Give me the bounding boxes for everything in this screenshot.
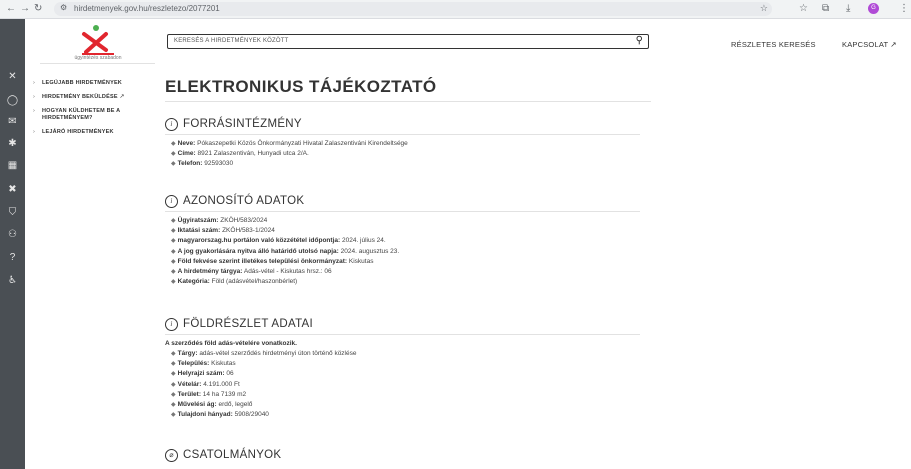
site-info-icon[interactable]: ⚙ <box>60 3 67 12</box>
list-item: ◆ Telefon: 92593030 <box>171 160 234 168</box>
section-identifiers: i AZONOSÍTÓ ADATOK ◆ Ügyiratszám: ZKÖH/583… <box>165 194 665 287</box>
chevron-right-icon: › <box>33 94 36 100</box>
profile-avatar[interactable]: G <box>868 3 879 14</box>
chevron-right-icon: › <box>33 129 36 135</box>
tag-icon: ◆ <box>171 228 176 235</box>
external-link-icon: ↗ <box>119 94 125 100</box>
tag-icon: ◆ <box>171 141 176 147</box>
search-input[interactable]: KERESÉS A HIRDETMÉNYEK KÖZÖTT ⚲ <box>167 34 649 49</box>
list-item: ◆ Iktatási szám: ZKÖH/583-1/2024 <box>171 227 275 235</box>
forward-icon[interactable]: → <box>20 3 30 15</box>
address-bar[interactable]: ⚙ hirdetmenyek.gov.hu/reszletezo/2077201… <box>54 2 772 16</box>
menu-icon[interactable]: ⋮ <box>899 3 909 14</box>
nav-item-expiring[interactable]: › LEJÁRÓ HIRDETMÉNYEK <box>33 129 153 136</box>
section-lead: A szerződés föld adás-vételére vonatkozi… <box>165 340 297 347</box>
list-item: ◆ magyarorszag.hu portálon való közzététe… <box>171 237 386 245</box>
bookmark-icon[interactable]: ☆ <box>799 3 808 14</box>
calendar-icon[interactable]: ▦ <box>0 160 25 171</box>
nav-item-latest[interactable]: › LEGÚJABB HIRDETMÉNYEK <box>33 80 153 87</box>
extensions-icon[interactable]: ⧉ <box>822 3 829 14</box>
list-item: ◆ Tárgy: adás-vétel szerződés hirdetményi… <box>171 350 357 357</box>
user-icon[interactable]: ◯ <box>0 95 25 106</box>
tools-icon[interactable]: ✖ <box>0 184 25 195</box>
list-item: ◆ Település: Kiskutas <box>171 360 236 368</box>
side-toolbar: ✕ ◯ ✉ ✱ ▦ ✖ ⛉ ⚇ ? ♿ <box>0 19 25 469</box>
divider <box>40 63 155 64</box>
browser-toolbar: ← → ↻ ⚙ hirdetmenyek.gov.hu/reszletezo/2… <box>0 0 911 19</box>
info-icon: i <box>165 195 178 208</box>
tag-icon: ◆ <box>171 279 176 286</box>
divider <box>165 211 640 212</box>
help-icon[interactable]: ? <box>0 252 25 263</box>
paperclip-icon: ⌀ <box>165 449 178 462</box>
back-icon[interactable]: ← <box>6 3 16 15</box>
section-parcel: i FÖLDRÉSZLET ADATAI A szerződés föld adá… <box>165 317 665 420</box>
tag-icon: ◆ <box>171 218 176 224</box>
list-item: ◆ Tulajdoni hányad: 5908/29040 <box>171 411 269 419</box>
list-item: ◆ Címe: 8921 Zalaszentiván, Hunyadi utca … <box>171 150 309 158</box>
section-title: i AZONOSÍTÓ ADATOK <box>165 194 665 208</box>
divider <box>165 101 651 102</box>
info-icon: i <box>165 118 178 131</box>
accessibility-icon[interactable]: ♿ <box>0 275 25 286</box>
tag-icon: ◆ <box>171 412 176 419</box>
section-attachments: ⌀ CSATOLMÁNYOK <box>165 448 665 462</box>
search-placeholder: KERESÉS A HIRDETMÉNYEK KÖZÖTT <box>174 38 289 44</box>
shield-icon[interactable]: ⛉ <box>0 207 25 218</box>
tag-icon: ◆ <box>171 351 176 357</box>
list-item: ◆ Föld fekvése szerint illetékes települé… <box>171 257 374 265</box>
left-nav: › LEGÚJABB HIRDETMÉNYEK › HIRDETMÉNY BEKÜL… <box>33 80 153 143</box>
reload-icon[interactable]: ↻ <box>34 3 42 15</box>
logo-caption: ügyintézés szabadon <box>74 55 122 61</box>
chevron-right-icon: › <box>33 108 36 114</box>
section-title: i FÖLDRÉSZLET ADATAI <box>165 317 665 331</box>
list-item: ◆ Terület: 14 ha 7139 m2 <box>171 390 247 398</box>
advanced-search-link[interactable]: RÉSZLETES KERESÉS <box>731 40 816 49</box>
list-item: ◆ Művelési ág: erdő, legelő <box>171 401 253 409</box>
settings-icon[interactable]: ✱ <box>0 138 25 149</box>
list-item: ◆ A hirdetmény tárgya: Adás-vétel - Kisku… <box>171 268 332 276</box>
mail-icon[interactable]: ✉ <box>0 116 25 127</box>
list-item: ◆ Vételár: 4.191.000 Ft <box>171 380 240 388</box>
tag-icon: ◆ <box>171 391 176 398</box>
logo-mark-icon[interactable]: ✕ <box>0 71 25 82</box>
list-item: ◆ Ügyiratszám: ZKÖH/583/2024 <box>171 217 268 224</box>
list-item: ◆ Kategória: Föld (adásvétel/haszonbérlet… <box>171 278 298 286</box>
contact-link[interactable]: KAPCSOLAT ↗ <box>842 40 897 49</box>
search-icon[interactable]: ⚲ <box>636 35 643 46</box>
main-content: ELEKTRONIKUS TÁJÉKOZTATÓ <box>165 76 660 102</box>
tag-icon: ◆ <box>171 269 176 276</box>
tag-icon: ◆ <box>171 361 176 368</box>
divider <box>165 334 640 335</box>
list-item: ◆ Neve: Pókaszepetki Közös Önkormányzati … <box>171 140 408 147</box>
nav-item-submit[interactable]: › HIRDETMÉNY BEKÜLDÉSE ↗ <box>33 94 153 101</box>
tag-icon: ◆ <box>171 402 176 409</box>
section-title: i FORRÁSINTÉZMÉNY <box>165 117 665 131</box>
site-logo[interactable] <box>76 24 120 58</box>
list-item: ◆ Helyrajzi szám: 06 <box>171 370 234 378</box>
download-icon[interactable]: ⤓ <box>846 3 850 14</box>
chevron-right-icon: › <box>33 80 36 86</box>
address-url: hirdetmenyek.gov.hu/reszletezo/2077201 <box>74 4 220 13</box>
add-user-icon[interactable]: ⚇ <box>0 229 25 240</box>
tag-icon: ◆ <box>171 381 176 388</box>
tag-icon: ◆ <box>171 248 176 255</box>
info-icon: i <box>165 318 178 331</box>
page-title: ELEKTRONIKUS TÁJÉKOZTATÓ <box>165 77 437 96</box>
tag-icon: ◆ <box>171 151 176 158</box>
tag-icon: ◆ <box>171 371 176 378</box>
divider <box>165 134 640 135</box>
list-item: ◆ A jog gyakorlására nyitva álló határidő… <box>171 247 400 255</box>
tag-icon: ◆ <box>171 238 176 245</box>
external-link-icon: ↗ <box>890 40 897 49</box>
nav-item-howto[interactable]: › HOGYAN KÜLDHETEM BE A HIRDETMÉNYEM? <box>33 108 153 122</box>
bookmark-star-icon[interactable]: ☆ <box>760 3 768 14</box>
section-source: i FORRÁSINTÉZMÉNY ◆ Neve: Pókaszepetki Köz… <box>165 117 665 170</box>
tag-icon: ◆ <box>171 258 176 265</box>
tag-icon: ◆ <box>171 161 176 168</box>
section-title: ⌀ CSATOLMÁNYOK <box>165 448 665 462</box>
